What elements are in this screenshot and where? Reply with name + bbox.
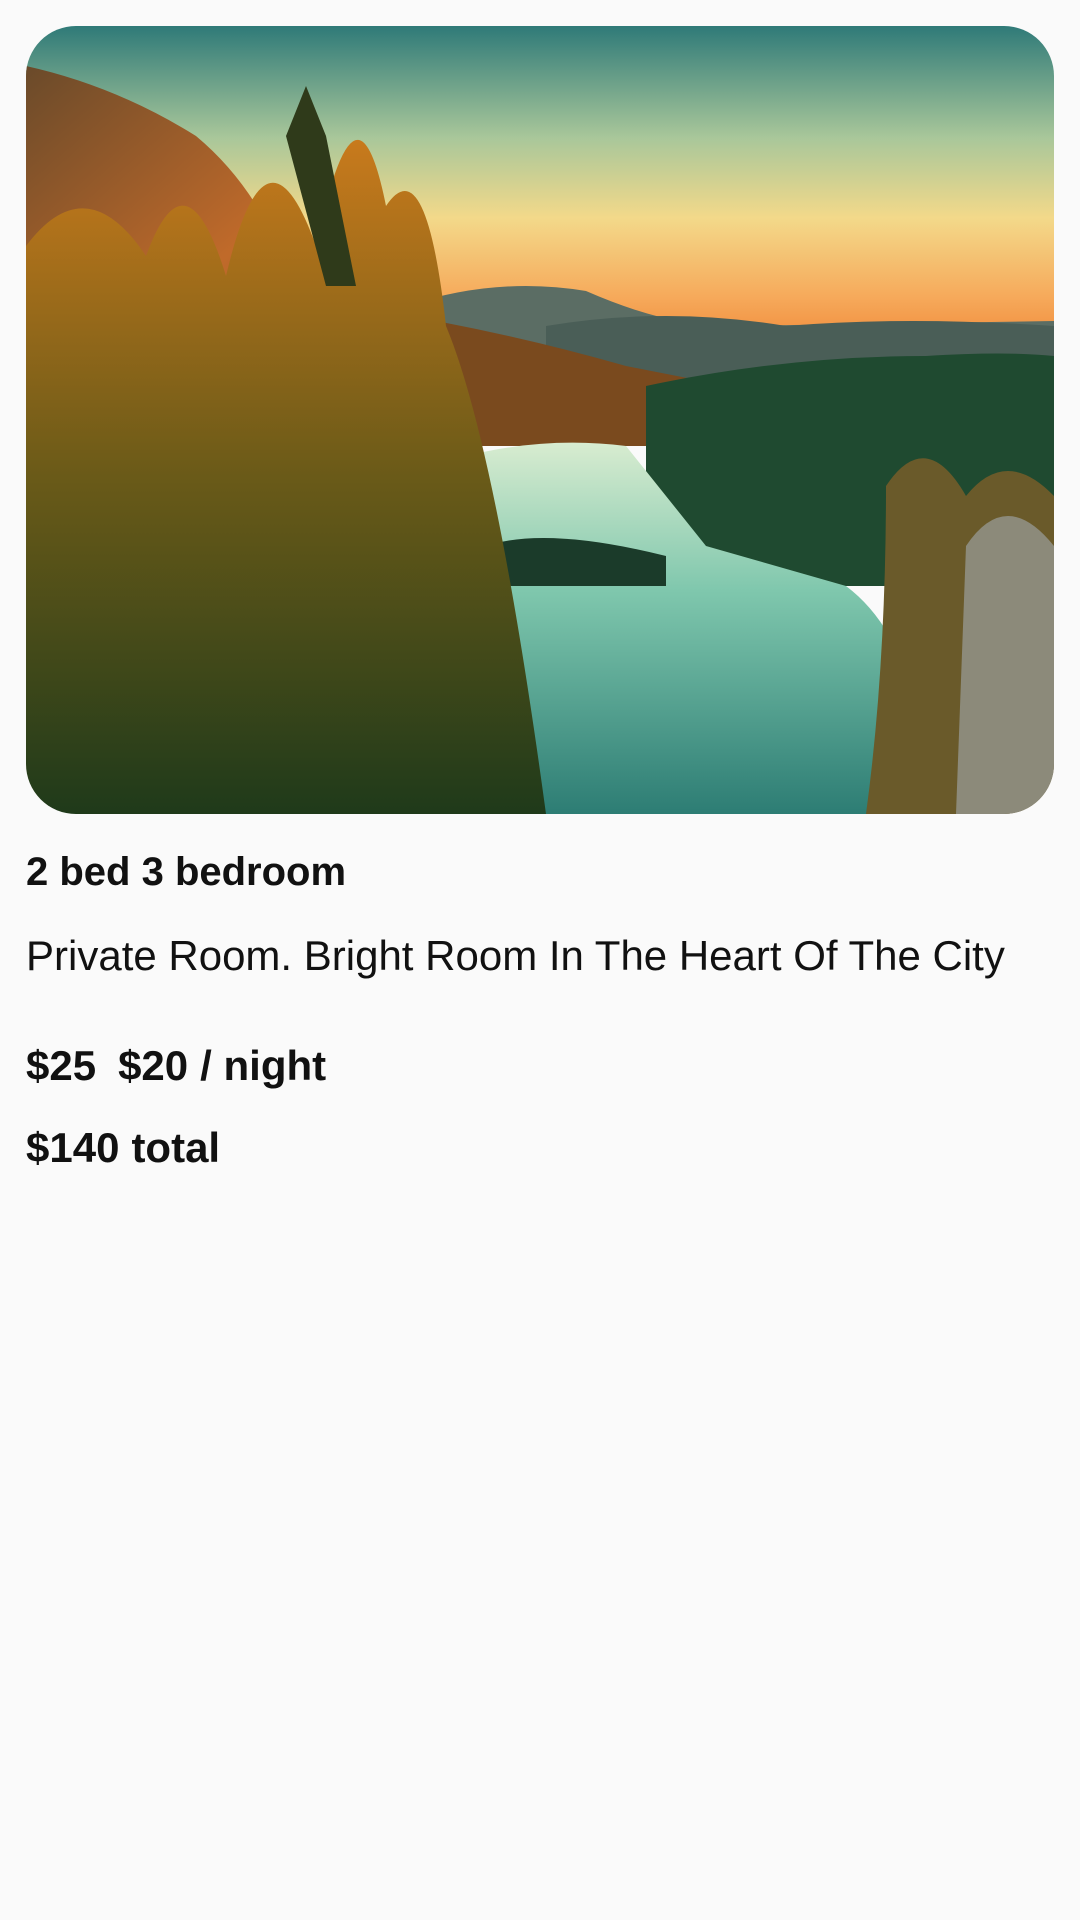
price-value: $20 bbox=[118, 1042, 189, 1089]
listing-description: Private Room. Bright Room In The Heart O… bbox=[26, 932, 1005, 979]
original-price: $25 bbox=[26, 1042, 97, 1089]
price-row: $25 $20 / night bbox=[26, 1040, 1054, 1092]
total-price: $140 bbox=[26, 1124, 120, 1171]
total-label: total bbox=[131, 1124, 221, 1171]
nightly-price: $20 / night bbox=[118, 1040, 326, 1092]
price-unit: / night bbox=[200, 1042, 327, 1089]
landscape-image bbox=[26, 26, 1054, 814]
listing-title: 2 bed 3 bedroom bbox=[26, 850, 347, 894]
listing-card[interactable]: 2 bed 3 bedroom Private Room. Bright Roo… bbox=[26, 26, 1054, 1174]
total-row: $140 total bbox=[26, 1122, 1054, 1174]
listing-photo[interactable] bbox=[26, 26, 1054, 814]
